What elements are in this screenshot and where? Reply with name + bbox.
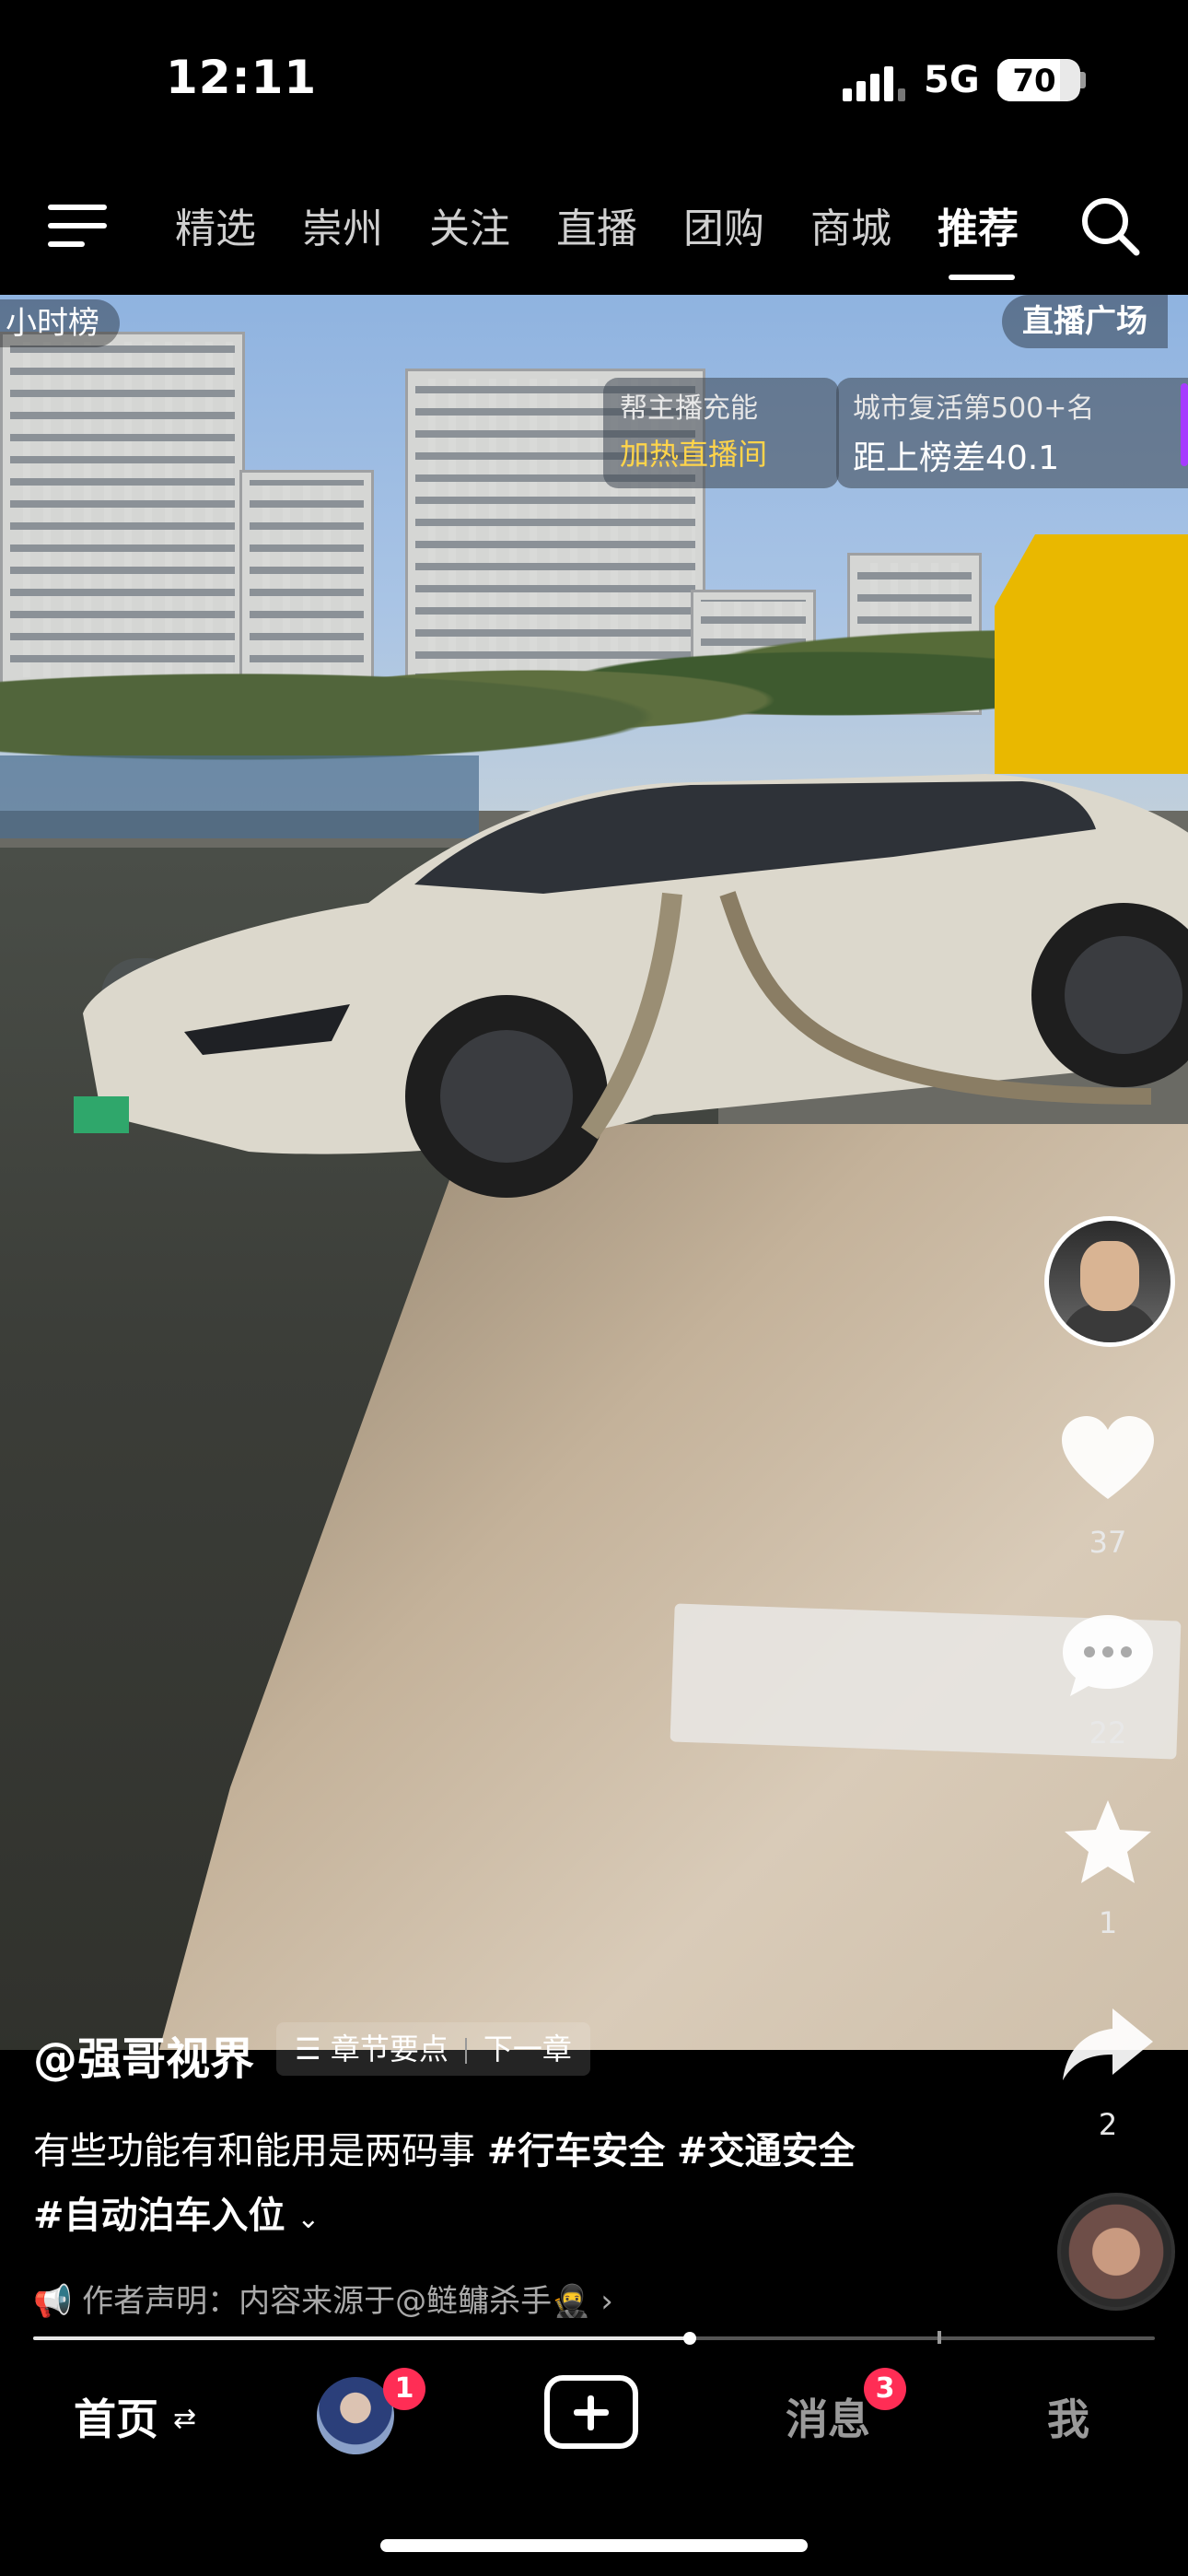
hour-rank-badge[interactable]: 小时榜 (0, 299, 120, 347)
progress-knob[interactable] (682, 2332, 696, 2345)
star-icon[interactable] (1057, 1797, 1159, 1889)
network-type: 5G (924, 59, 980, 101)
nav-home[interactable]: 首页 (74, 2386, 158, 2447)
nav-messages[interactable]: 消息 (786, 2386, 870, 2447)
favorite-count: 1 (1098, 1905, 1118, 1940)
author-name[interactable]: @强哥视界 (33, 2022, 254, 2087)
city-card-title: 城市复活第500+名 (853, 392, 1095, 425)
tab-group-buy[interactable]: 团购 (683, 195, 764, 254)
nav-me[interactable]: 我 (1047, 2386, 1089, 2447)
next-chapter-button[interactable]: 下一章 (483, 2032, 572, 2067)
home-indicator (380, 2539, 808, 2552)
status-time: 12:11 (166, 51, 318, 104)
heart-icon[interactable] (1057, 1414, 1159, 1506)
chapter-bar[interactable]: ☰ 章节要点 下一章 (276, 2022, 590, 2076)
hashtag[interactable]: #行车安全 (487, 2130, 666, 2172)
caption-text: 有些功能有和能用是两码事 (33, 2130, 475, 2172)
hashtag[interactable]: #自动泊车入位 (33, 2195, 285, 2237)
help-card-subtitle: 加热直播间 (620, 437, 768, 472)
chevron-down-icon[interactable]: ⌄ (297, 2203, 320, 2235)
tab-mall[interactable]: 商城 (810, 195, 891, 254)
battery-icon: 70 (997, 59, 1080, 101)
comment-count: 22 (1089, 1715, 1127, 1751)
author-statement[interactable]: 📢 作者声明：内容来源于@鲢鳙杀手🥷 › (33, 2276, 613, 2321)
music-disc-avatar[interactable] (1057, 2193, 1175, 2311)
signal-icon (843, 66, 905, 101)
city-rank-card[interactable]: 城市复活第500+名 距上榜差40.1 (836, 378, 1188, 488)
share-icon[interactable] (1057, 1999, 1159, 2091)
friends-badge: 1 (383, 2368, 425, 2410)
live-square-button[interactable]: 直播广场 (1002, 295, 1168, 348)
create-button[interactable] (544, 2375, 638, 2449)
tab-featured[interactable]: 精选 (175, 195, 256, 254)
author-avatar[interactable] (1044, 1216, 1175, 1347)
video-progress-bar[interactable] (33, 2332, 1155, 2345)
help-card-title: 帮主播充能 (620, 392, 758, 425)
hashtag[interactable]: #交通安全 (677, 2130, 856, 2172)
messages-badge: 3 (864, 2368, 906, 2410)
car-image (74, 774, 1188, 1198)
tab-chongzhou[interactable]: 崇州 (302, 195, 383, 254)
tab-following[interactable]: 关注 (429, 195, 510, 254)
help-streamer-card[interactable]: 帮主播充能 加热直播间 (603, 378, 839, 488)
chevron-right-icon: › (590, 2283, 613, 2320)
swap-icon[interactable]: ⇄ (173, 2403, 196, 2435)
chapter-points-button[interactable]: ☰ 章节要点 (295, 2032, 448, 2067)
tab-live[interactable]: 直播 (556, 195, 637, 254)
menu-icon[interactable] (48, 205, 107, 247)
share-count: 2 (1098, 2107, 1118, 2142)
like-count: 37 (1089, 1525, 1127, 1560)
megaphone-icon: 📢 (33, 2283, 83, 2320)
active-tab-indicator (949, 275, 1015, 280)
search-icon[interactable] (1077, 193, 1142, 258)
video-caption[interactable]: 有些功能有和能用是两码事 #行车安全 #交通安全 #自动泊车入位 ⌄ (33, 2119, 991, 2252)
comment-icon[interactable] (1057, 1608, 1159, 1700)
video-player[interactable] (0, 295, 1188, 2050)
battery-level: 70 (1012, 63, 1056, 100)
tab-recommended[interactable]: 推荐 (938, 195, 1019, 254)
city-card-subtitle: 距上榜差40.1 (853, 439, 1060, 477)
